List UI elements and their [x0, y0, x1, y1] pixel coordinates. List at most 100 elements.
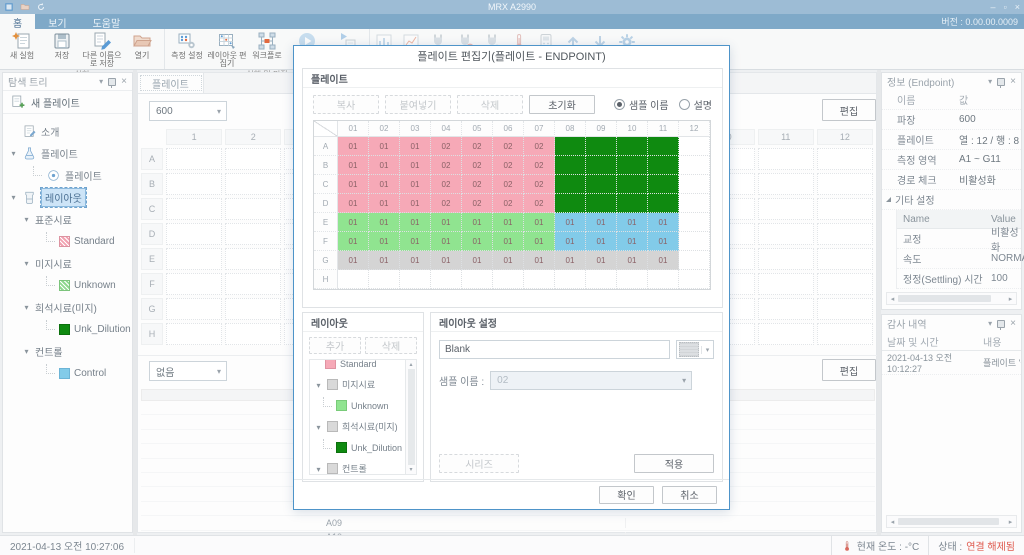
grid-cell[interactable] — [225, 298, 282, 320]
plate-row-header[interactable]: D — [314, 194, 338, 213]
grid-cell[interactable] — [816, 223, 873, 245]
info-subrow-교정[interactable]: 교정 비활성화 — [897, 228, 1021, 254]
plate-well[interactable] — [555, 194, 586, 213]
plate-well[interactable] — [648, 137, 679, 156]
ribbon-tab-도움말[interactable]: 도움말 — [80, 14, 134, 30]
tree-item-소개[interactable]: 소개 — [3, 120, 132, 142]
plate-row-header[interactable]: E — [314, 213, 338, 232]
grid-cell[interactable] — [166, 323, 223, 345]
plate-well[interactable]: 02 — [524, 137, 555, 156]
plate-well[interactable]: 01 — [369, 137, 400, 156]
plate-well[interactable]: 01 — [462, 213, 493, 232]
plate-row-header[interactable]: H — [314, 270, 338, 289]
scroll-left-icon[interactable] — [887, 518, 898, 526]
plate-well[interactable]: 02 — [431, 156, 462, 175]
grid-cell[interactable] — [166, 198, 223, 220]
plate-well[interactable] — [524, 270, 555, 289]
tree-item-Unk_Dilution[interactable]: Unk_Dilution — [3, 318, 132, 340]
plate-well[interactable]: 01 — [586, 251, 617, 270]
scroll-right-icon[interactable] — [1005, 295, 1016, 303]
tab-plate[interactable]: 플레이트 — [138, 73, 204, 93]
grid-cell[interactable] — [816, 298, 873, 320]
grid-cell[interactable] — [757, 248, 814, 270]
plate-well[interactable] — [586, 194, 617, 213]
plate-well[interactable]: 01 — [338, 194, 369, 213]
layout-item-미지시료[interactable]: 미지시료 — [310, 374, 405, 395]
plate-well[interactable] — [338, 270, 369, 289]
plate-well[interactable] — [586, 175, 617, 194]
tree-item-미지시료[interactable]: 미지시료 — [3, 252, 132, 274]
plate-well[interactable]: 01 — [524, 251, 555, 270]
plate-well[interactable]: 01 — [400, 213, 431, 232]
ribbon-button-measure-settings[interactable]: 측정 설정 — [167, 29, 207, 69]
grid-row-header[interactable]: F — [141, 273, 163, 295]
plate-well[interactable]: 02 — [462, 156, 493, 175]
plate-well[interactable]: 02 — [431, 194, 462, 213]
plate-button-초기화[interactable]: 초기화 — [529, 95, 595, 114]
panel-menu-icon[interactable] — [99, 76, 103, 87]
grid-col-header[interactable]: 11 — [757, 129, 814, 145]
grid-cell[interactable] — [816, 248, 873, 270]
plate-well[interactable]: 01 — [338, 251, 369, 270]
plate-well[interactable] — [555, 156, 586, 175]
plate-well[interactable]: 01 — [555, 251, 586, 270]
plate-well[interactable]: 01 — [400, 175, 431, 194]
grid-cell[interactable] — [225, 223, 282, 245]
plate-well[interactable]: 02 — [462, 137, 493, 156]
layout-item-Unk_Dilution[interactable]: Unk_Dilution — [310, 437, 405, 458]
plate-col-header[interactable]: 07 — [524, 121, 555, 137]
plate-well[interactable]: 02 — [462, 194, 493, 213]
grid-cell[interactable] — [225, 173, 282, 195]
plate-well[interactable]: 01 — [555, 213, 586, 232]
tree-item-Standard[interactable]: Standard — [3, 230, 132, 252]
layout-item-Standard[interactable]: Standard — [310, 360, 405, 374]
plate-col-header[interactable]: 02 — [369, 121, 400, 137]
plate-well[interactable]: 01 — [493, 251, 524, 270]
grid-cell[interactable] — [816, 173, 873, 195]
plate-well[interactable] — [493, 270, 524, 289]
plate-well[interactable] — [555, 175, 586, 194]
scroll-left-icon[interactable] — [887, 295, 898, 303]
plate-well[interactable]: 02 — [462, 175, 493, 194]
plate-well[interactable] — [679, 270, 710, 289]
grid-cell[interactable] — [225, 148, 282, 170]
info-row-측정 영역[interactable]: 측정 영역 A1 ~ G11 — [882, 150, 1021, 170]
plate-well[interactable] — [431, 270, 462, 289]
grid-cell[interactable] — [225, 248, 282, 270]
radio-설명[interactable]: 설명 — [678, 97, 712, 112]
expander-icon[interactable] — [886, 197, 891, 202]
color-select[interactable] — [676, 340, 714, 359]
panel-menu-icon[interactable] — [988, 76, 992, 87]
grid-cell[interactable] — [757, 273, 814, 295]
plate-well[interactable]: 02 — [493, 137, 524, 156]
filter-select[interactable]: 없음 — [149, 361, 227, 381]
grid-cell[interactable] — [166, 148, 223, 170]
grid-row-header[interactable]: E — [141, 248, 163, 270]
plate-well[interactable]: 01 — [493, 213, 524, 232]
plate-well[interactable]: 01 — [338, 137, 369, 156]
plate-well[interactable] — [586, 270, 617, 289]
grid-cell[interactable] — [757, 173, 814, 195]
plate-well[interactable]: 01 — [617, 251, 648, 270]
grid-cell[interactable] — [225, 198, 282, 220]
plate-well[interactable] — [617, 270, 648, 289]
edit-button-top[interactable]: 편집 — [822, 99, 876, 121]
plate-well[interactable] — [586, 156, 617, 175]
radio-샘플 이름[interactable]: 샘플 이름 — [614, 97, 669, 112]
plate-well[interactable]: 01 — [400, 137, 431, 156]
panel-close-icon[interactable] — [121, 76, 127, 87]
plate-well[interactable]: 01 — [369, 194, 400, 213]
plate-well[interactable]: 01 — [462, 251, 493, 270]
plate-well[interactable]: 01 — [648, 232, 679, 251]
plate-col-header[interactable]: 10 — [617, 121, 648, 137]
grid-cell[interactable] — [166, 248, 223, 270]
plate-well[interactable] — [400, 270, 431, 289]
plate-well[interactable] — [617, 175, 648, 194]
plate-well[interactable] — [679, 137, 710, 156]
plate-well[interactable] — [617, 137, 648, 156]
grid-row-header[interactable]: D — [141, 223, 163, 245]
plate-well[interactable]: 01 — [586, 213, 617, 232]
grid-cell[interactable] — [757, 298, 814, 320]
info-row-플레이트[interactable]: 플레이트 열 : 12 / 행 : 8 — [882, 130, 1021, 150]
plate-col-header[interactable]: 11 — [648, 121, 679, 137]
